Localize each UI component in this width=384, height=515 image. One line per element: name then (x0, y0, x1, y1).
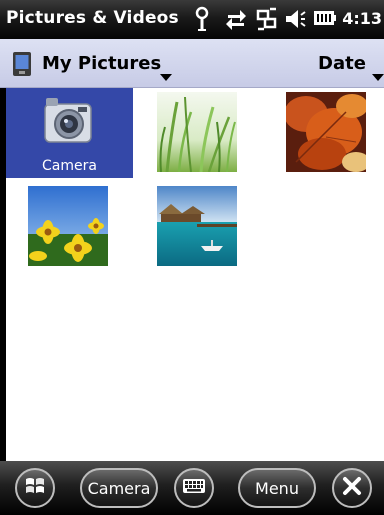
autumn-leaf-photo-thumbnail[interactable] (284, 92, 370, 172)
title-bar: Pictures & Videos 4:13 (0, 0, 384, 39)
menu-softkey-button[interactable]: Menu (238, 468, 316, 508)
folder-dropdown[interactable]: My Pictures (42, 53, 161, 74)
sort-dropdown-arrow-icon[interactable] (372, 67, 384, 86)
yellow-flowers-photo-icon (28, 186, 108, 270)
close-icon (341, 475, 363, 501)
grass-photo-thumbnail[interactable] (157, 92, 237, 173)
keyboard-icon (182, 477, 206, 499)
bottom-softkey-bar: Camera Menu (0, 461, 384, 515)
close-button[interactable] (332, 468, 372, 508)
camera-softkey-label: Camera (87, 478, 151, 498)
picture-grid: Camera (0, 88, 384, 461)
menu-softkey-label: Menu (255, 478, 299, 498)
connectivity-icon[interactable] (256, 6, 278, 36)
camera-icon (42, 96, 96, 150)
camera-softkey-button[interactable]: Camera (80, 468, 158, 508)
signal-antenna-icon[interactable] (193, 6, 211, 36)
camera-tile[interactable]: Camera (6, 88, 133, 178)
device-icon (12, 51, 32, 81)
autumn-leaf-photo-icon (284, 92, 370, 176)
data-connection-icon[interactable] (224, 6, 248, 36)
keyboard-button[interactable] (174, 468, 214, 508)
yellow-flowers-photo-thumbnail[interactable] (28, 186, 108, 266)
battery-icon[interactable] (313, 9, 337, 31)
start-button[interactable] (15, 468, 55, 508)
speaker-icon[interactable] (284, 6, 306, 36)
grass-photo-icon (157, 92, 237, 176)
tropical-beach-photo-icon (157, 186, 237, 270)
sort-dropdown[interactable]: Date (318, 53, 366, 74)
app-title: Pictures & Videos (6, 8, 179, 28)
windows-start-icon (24, 475, 46, 501)
tropical-beach-photo-thumbnail[interactable] (157, 186, 237, 266)
folder-dropdown-arrow-icon[interactable] (160, 67, 172, 86)
clock[interactable]: 4:13 (342, 9, 382, 28)
folder-header: My Pictures Date (0, 39, 384, 88)
camera-tile-label: Camera (42, 158, 97, 174)
